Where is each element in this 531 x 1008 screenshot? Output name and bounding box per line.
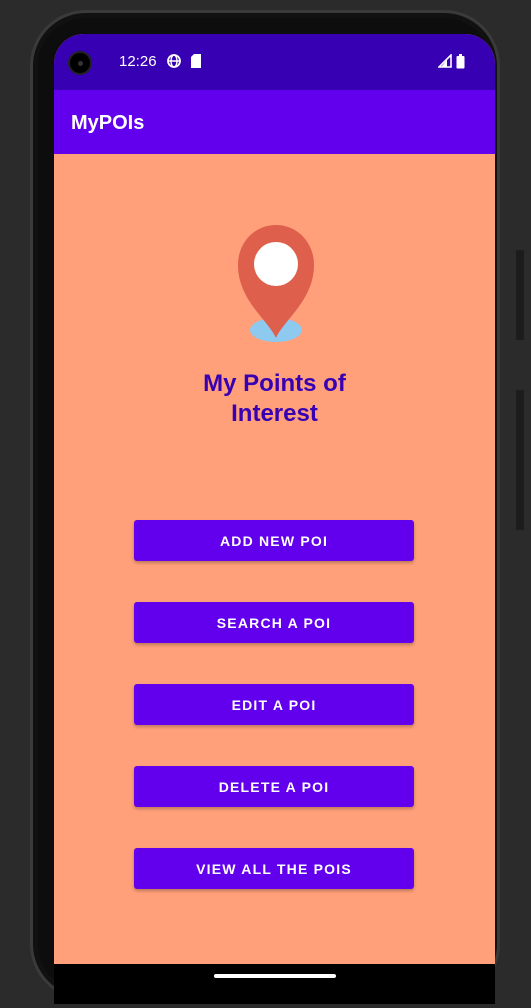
edit-poi-label: EDIT A POI — [231, 696, 317, 713]
front-camera — [68, 51, 92, 75]
volume-button — [516, 390, 524, 530]
edit-poi-button[interactable]: EDIT A POI — [134, 684, 414, 725]
app-bar: MyPOIs — [54, 90, 495, 154]
page-heading-text: My Points of Interest — [203, 370, 346, 427]
sd-card-icon — [191, 54, 201, 68]
device-screen: 12:26 MyPOIs My Points of Interest ADD N… — [54, 34, 495, 964]
globe-icon — [167, 54, 181, 68]
status-bar: 12:26 — [54, 34, 495, 90]
search-poi-label: SEARCH A POI — [216, 614, 332, 631]
map-pin-icon — [238, 225, 314, 342]
page-heading: My Points of Interest — [54, 369, 495, 429]
delete-poi-label: DELETE A POI — [218, 778, 330, 795]
battery-icon — [456, 54, 465, 69]
signal-icon — [438, 54, 452, 68]
status-icons-right — [438, 54, 465, 69]
status-icons-left — [166, 53, 202, 69]
home-indicator[interactable] — [214, 974, 336, 978]
app-title: MyPOIs — [71, 112, 145, 134]
view-all-pois-label: VIEW ALL THE POIS — [196, 860, 352, 877]
view-all-pois-button[interactable]: VIEW ALL THE POIS — [134, 848, 414, 889]
add-new-poi-button[interactable]: ADD NEW POI — [134, 520, 414, 561]
add-new-poi-label: ADD NEW POI — [219, 532, 329, 549]
navigation-bar — [54, 964, 495, 1004]
delete-poi-button[interactable]: DELETE A POI — [134, 766, 414, 807]
power-button — [516, 250, 524, 340]
status-time: 12:26 — [119, 53, 157, 70]
search-poi-button[interactable]: SEARCH A POI — [134, 602, 414, 643]
